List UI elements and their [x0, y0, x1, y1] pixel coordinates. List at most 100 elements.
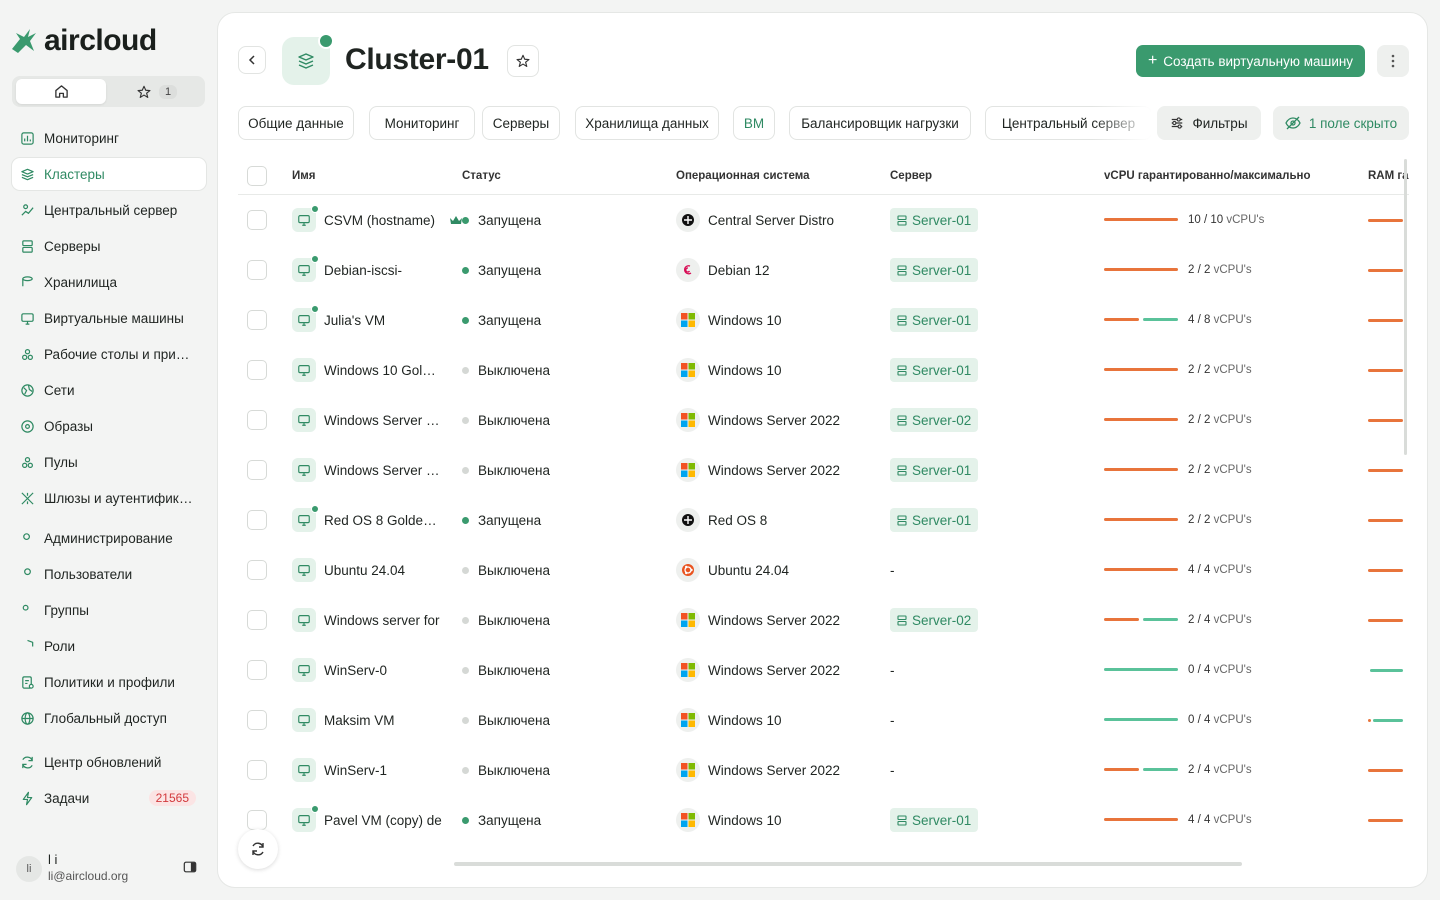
status-text: Выключена: [478, 562, 550, 578]
sidebar-item-14[interactable]: Роли: [12, 630, 206, 662]
tab-3[interactable]: Хранилища данных: [575, 106, 719, 140]
sidebar-item-17[interactable]: Центр обновлений: [12, 746, 206, 778]
table-row[interactable]: Windows Server 2022 Выключена Windows Serv…: [238, 395, 1409, 445]
server-tag[interactable]: Server-01: [890, 458, 979, 482]
sidebar-toggle-icon[interactable]: [183, 860, 197, 874]
sidebar-item-7[interactable]: Сети: [12, 374, 206, 406]
sidebar-item-15[interactable]: Политики и профили: [12, 666, 206, 698]
server-tag[interactable]: Server-01: [890, 358, 979, 382]
vm-name-cell[interactable]: Pavel VM (copy) de: [292, 795, 467, 845]
row-checkbox[interactable]: [247, 260, 267, 280]
vm-name-cell[interactable]: Windows Server 2022: [292, 395, 467, 445]
tab-1[interactable]: Мониторинг: [369, 106, 475, 140]
hidden-fields-button[interactable]: 1 поле скрыто: [1273, 106, 1409, 140]
table-row[interactable]: Pavel VM (copy) de Запущена Windows 10 Serv…: [238, 795, 1409, 845]
user-profile[interactable]: li l i li@aircloud.org: [14, 852, 209, 884]
row-checkbox[interactable]: [247, 410, 267, 430]
vm-name-cell[interactable]: Windows server for: [292, 595, 467, 645]
back-button[interactable]: [238, 46, 266, 74]
table-row[interactable]: Ubuntu 24.04 Выключена Ubuntu 24.04 - 4 / 4 …: [238, 545, 1409, 595]
server-tag[interactable]: Server-02: [890, 408, 979, 432]
table-row[interactable]: Red OS 8 Golden Image Запущена Red OS 8 Ser…: [238, 495, 1409, 545]
server-tag[interactable]: Server-02: [890, 608, 979, 632]
sidebar-item-0[interactable]: Мониторинг: [12, 122, 206, 154]
table-row[interactable]: CSVM (hostname) Запущена Central Server Di…: [238, 195, 1409, 245]
sidebar-item-3[interactable]: Серверы: [12, 230, 206, 262]
cluster-tabs: Общие данные Мониторинг Серверы Хранилища д…: [238, 106, 1152, 140]
vm-name-cell[interactable]: WinServ-1: [292, 745, 467, 795]
os-cell: Windows 10: [676, 795, 782, 845]
sidebar-item-6[interactable]: Рабочие столы и приложения: [12, 338, 206, 370]
tab-2[interactable]: Серверы: [482, 106, 560, 140]
vm-name-cell[interactable]: CSVM (hostname): [292, 195, 467, 245]
row-checkbox[interactable]: [247, 560, 267, 580]
row-checkbox[interactable]: [247, 810, 267, 830]
sidebar-item-5[interactable]: Виртуальные машины: [12, 302, 206, 334]
table-row[interactable]: Julia's VM Запущена Windows 10 Server-01 4 /…: [238, 295, 1409, 345]
more-button[interactable]: [1377, 45, 1409, 77]
refresh-button[interactable]: [238, 829, 278, 869]
sidebar-item-2[interactable]: Центральный сервер: [12, 194, 206, 226]
select-all-checkbox[interactable]: [247, 166, 267, 186]
server-cell: Server-01: [890, 245, 979, 295]
column-header-1[interactable]: Статус: [462, 170, 501, 182]
vm-name-cell[interactable]: Windows 10 Golden: [292, 345, 467, 395]
row-checkbox[interactable]: [247, 760, 267, 780]
logo[interactable]: aircloud: [10, 24, 157, 58]
row-checkbox[interactable]: [247, 610, 267, 630]
server-tag[interactable]: Server-01: [890, 208, 979, 232]
favorites-tab[interactable]: 1: [112, 79, 202, 104]
vm-name-cell[interactable]: Julia's VM: [292, 295, 467, 345]
table-row[interactable]: Debian-iscsi- Запущена Debian 12 Server-01 2…: [238, 245, 1409, 295]
vm-name-cell[interactable]: Red OS 8 Golden Image: [292, 495, 467, 545]
sidebar-item-12[interactable]: Пользователи: [12, 558, 206, 590]
row-checkbox[interactable]: [247, 360, 267, 380]
table-row[interactable]: Windows server for Выключена Windows Serve…: [238, 595, 1409, 645]
column-header-4[interactable]: vCPU гарантированно/максимально: [1104, 170, 1311, 182]
vertical-scrollbar[interactable]: [1404, 159, 1407, 455]
os-cell: Windows Server 2022: [676, 445, 840, 495]
filters-button[interactable]: Фильтры: [1157, 106, 1261, 140]
sidebar-item-4[interactable]: Хранилища: [12, 266, 206, 298]
row-checkbox[interactable]: [247, 660, 267, 680]
column-header-5[interactable]: RAM гарантированно/максимально: [1368, 170, 1409, 182]
sidebar-item-11[interactable]: Администрирование: [12, 522, 206, 554]
sidebar-item-8[interactable]: Образы: [12, 410, 206, 442]
tab-4[interactable]: ВМ: [733, 106, 775, 140]
vm-name-cell[interactable]: Debian-iscsi-: [292, 245, 467, 295]
sidebar-item-9[interactable]: Пулы: [12, 446, 206, 478]
sidebar-item-18[interactable]: Задачи 21565: [12, 782, 206, 814]
server-tag[interactable]: Server-01: [890, 258, 979, 282]
home-tab[interactable]: [16, 79, 106, 104]
vm-name-cell[interactable]: Ubuntu 24.04: [292, 545, 467, 595]
vcpu-cell: 10 / 10 vCPU's: [1104, 195, 1264, 245]
row-checkbox[interactable]: [247, 210, 267, 230]
sidebar-item-1[interactable]: Кластеры: [12, 158, 206, 190]
row-checkbox[interactable]: [247, 510, 267, 530]
tab-0[interactable]: Общие данные: [238, 106, 354, 140]
sidebar-item-16[interactable]: Глобальный доступ: [12, 702, 206, 734]
horizontal-scrollbar[interactable]: [454, 862, 1242, 866]
table-row[interactable]: Windows 10 Golden Выключена Windows 10 Serv…: [238, 345, 1409, 395]
vm-name-cell[interactable]: Windows Server 2022: [292, 445, 467, 495]
row-checkbox[interactable]: [247, 460, 267, 480]
table-row[interactable]: Maksim VM Выключена Windows 10 - 0 / 4 vCPU'…: [238, 695, 1409, 745]
table-row[interactable]: WinServ-1 Выключена Windows Server 2022 - 2 …: [238, 745, 1409, 795]
create-vm-button[interactable]: + Создать виртуальную машину: [1136, 45, 1365, 77]
row-checkbox[interactable]: [247, 710, 267, 730]
column-header-3[interactable]: Сервер: [890, 170, 932, 182]
column-header-0[interactable]: Имя: [292, 170, 315, 182]
vm-name-cell[interactable]: WinServ-0: [292, 645, 467, 695]
tab-5[interactable]: Балансировщик нагрузки: [789, 106, 971, 140]
server-tag[interactable]: Server-01: [890, 808, 979, 832]
vm-name-cell[interactable]: Maksim VM: [292, 695, 467, 745]
table-row[interactable]: Windows Server 2022 Выключена Windows Serv…: [238, 445, 1409, 495]
table-row[interactable]: WinServ-0 Выключена Windows Server 2022 - 0 …: [238, 645, 1409, 695]
column-header-2[interactable]: Операционная система: [676, 170, 810, 182]
favorite-button[interactable]: [507, 45, 539, 77]
row-checkbox[interactable]: [247, 310, 267, 330]
sidebar-item-13[interactable]: Группы: [12, 594, 206, 626]
server-tag[interactable]: Server-01: [890, 308, 979, 332]
server-tag[interactable]: Server-01: [890, 508, 979, 532]
sidebar-item-10[interactable]: Шлюзы и аутентификация: [12, 482, 206, 514]
